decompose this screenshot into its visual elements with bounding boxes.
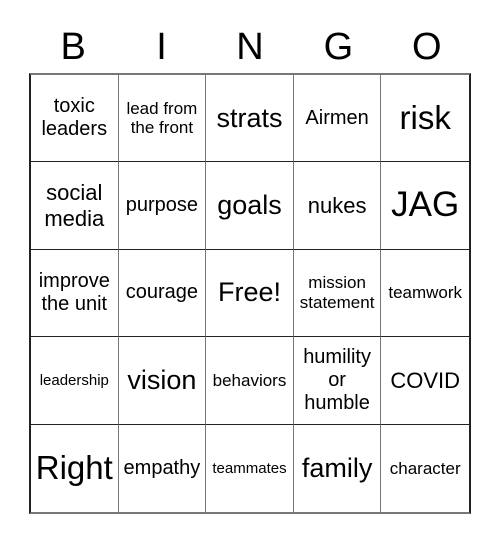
bingo-cell[interactable]: Airmen xyxy=(293,75,382,163)
bingo-cell[interactable]: risk xyxy=(381,75,469,163)
bingo-cell[interactable]: JAG xyxy=(381,162,469,250)
bingo-header: B I N G O xyxy=(29,22,471,72)
cell-label: social media xyxy=(44,180,105,231)
cell-label: goals xyxy=(217,190,282,221)
bingo-cell[interactable]: character xyxy=(381,425,469,512)
cell-label: purpose xyxy=(125,194,199,217)
cell-label: Airmen xyxy=(305,106,369,129)
bingo-cell[interactable]: leadership xyxy=(31,337,119,425)
header-letter-g: G xyxy=(323,26,354,68)
cell-label: lead from the front xyxy=(126,98,198,138)
bingo-cell[interactable]: purpose xyxy=(118,162,207,250)
bingo-cell[interactable]: lead from the front xyxy=(118,75,207,163)
bingo-grid: toxic leaders lead from the front strats Ai… xyxy=(29,73,471,514)
bingo-cell[interactable]: teamwork xyxy=(381,250,469,338)
bingo-cell[interactable]: empathy xyxy=(119,424,207,512)
cell-label: humility or humble xyxy=(303,345,371,414)
bingo-cell[interactable]: COVID xyxy=(381,337,469,425)
cell-label: leadership xyxy=(39,371,109,389)
bingo-cell[interactable]: goals xyxy=(206,162,294,250)
bingo-cell[interactable]: mission statement xyxy=(293,249,382,338)
free-space-cell[interactable]: Free! xyxy=(206,249,294,338)
bingo-cell[interactable]: behaviors xyxy=(206,337,294,425)
bingo-cell[interactable]: teammates xyxy=(206,424,294,512)
cell-label: improve the unit xyxy=(38,269,110,315)
bingo-cell[interactable]: toxic leaders xyxy=(31,75,119,163)
cell-label: COVID xyxy=(390,367,461,393)
cell-label: courage xyxy=(125,281,199,304)
cell-label: character xyxy=(389,458,461,478)
cell-label: toxic leaders xyxy=(41,95,108,141)
cell-label: family xyxy=(301,452,373,483)
cell-label: teammates xyxy=(212,459,287,477)
bingo-cell[interactable]: vision xyxy=(118,337,207,425)
header-letter-n: N xyxy=(236,26,264,68)
cell-label: Free! xyxy=(217,277,281,308)
bingo-cell[interactable]: family xyxy=(294,424,382,512)
cell-label: vision xyxy=(127,364,197,395)
cell-label: mission statement xyxy=(299,273,375,312)
cell-label: Right xyxy=(35,449,113,487)
cell-label: JAG xyxy=(391,185,460,225)
bingo-cell[interactable]: humility or humble xyxy=(293,337,382,425)
cell-label: nukes xyxy=(307,192,367,218)
bingo-cell[interactable]: courage xyxy=(118,249,207,338)
cell-label: behaviors xyxy=(212,370,287,390)
header-letter-o: O xyxy=(411,26,442,68)
bingo-cell[interactable]: nukes xyxy=(293,162,382,250)
header-letter-b: B xyxy=(60,26,86,68)
cell-label: strats xyxy=(216,102,283,133)
bingo-cell[interactable]: social media xyxy=(31,162,119,250)
cell-label: empathy xyxy=(123,456,201,479)
bingo-cell[interactable]: strats xyxy=(206,75,294,163)
cell-label: risk xyxy=(399,99,451,137)
bingo-cell[interactable]: Right xyxy=(31,424,119,512)
header-letter-i: I xyxy=(156,26,167,68)
cell-label: teamwork xyxy=(388,283,463,303)
bingo-cell[interactable]: improve the unit xyxy=(31,249,119,338)
